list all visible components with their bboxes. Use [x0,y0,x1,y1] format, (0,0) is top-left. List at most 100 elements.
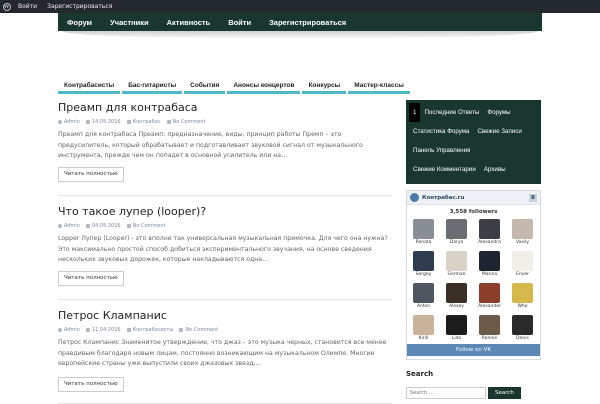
category-tab-concert-announcements[interactable]: Анонсы концертов [227,80,301,94]
vk-group-name[interactable]: Контрабас.ru [422,195,464,201]
category-tab-events[interactable]: События [184,80,226,94]
admin-login-link[interactable]: Войти [13,3,42,10]
member-name: Ronnie [481,336,498,341]
nav-forum[interactable]: Форум [58,18,101,27]
vk-member[interactable]: Renata [413,219,434,245]
vk-member[interactable]: Ronnie [479,315,500,341]
category-tab-masterclasses[interactable]: Мастер-классы [348,80,410,94]
post-title[interactable]: Что такое лупер (looper)? [58,204,392,218]
vk-member[interactable]: Who [512,283,533,309]
user-icon [58,120,62,124]
vk-member[interactable]: Darya [446,219,467,245]
post-title[interactable]: Преамп для контрабаса [58,100,392,114]
nav-register[interactable]: Зарегистрироваться [260,18,355,27]
vk-member[interactable]: Marina [479,251,500,277]
folder-icon [126,328,131,332]
admin-register-link[interactable]: Зарегистрироваться [42,3,117,10]
read-more-button[interactable]: Читать полностью [58,167,124,182]
member-avatar[interactable] [479,251,500,271]
post-list: Преамп для контрабаса Admin 14.05.2016 К… [58,100,392,404]
member-avatar[interactable] [479,219,500,239]
nav-activity[interactable]: Активность [158,18,220,27]
nav-members[interactable]: Участники [101,18,158,27]
vk-member[interactable]: German [446,251,467,277]
widget-tab-1[interactable]: 1 [409,103,421,122]
post-title[interactable]: Петрос Клампанис [58,308,392,322]
comment-icon [166,120,171,124]
post-comments[interactable]: No Comment [185,327,218,333]
member-avatar[interactable] [479,315,500,335]
vk-logo-icon[interactable]: В [529,193,537,202]
nav-login[interactable]: Войти [219,18,260,27]
calendar-icon [85,328,90,332]
wordpress-logo-icon[interactable]: W [0,0,13,13]
member-name: Who [517,304,528,309]
widget-tab-forums[interactable]: Форумы [483,103,514,122]
vk-community-widget: Контрабас.ru В 3,558 followers Renata Dar… [406,190,541,360]
post-meta: Admin 11.04.2016 Контрабасисты No Commen… [58,327,392,333]
post-comments[interactable]: No Comment [133,223,166,229]
vk-member[interactable]: Alexander [478,283,501,309]
category-tab-double-bassists[interactable]: Контрабасисты [58,80,121,94]
member-avatar[interactable] [512,219,533,239]
calendar-icon [85,224,90,228]
vk-member[interactable]: Lida [446,315,467,341]
widget-tab-forum-stats[interactable]: Статистика Форума [409,122,473,141]
search-input[interactable] [406,387,486,399]
post-date: 11.04.2016 [91,327,121,333]
post-author[interactable]: Admin [64,119,80,125]
widget-tab-recent-comments[interactable]: Свежие Комментарии [409,160,480,179]
vk-header: Контрабас.ru В [407,191,540,205]
member-avatar[interactable] [512,283,533,303]
member-avatar[interactable] [446,315,467,335]
member-avatar[interactable] [446,251,467,271]
post-author[interactable]: Admin [64,223,80,229]
admin-bar: W Войти Зарегистрироваться [0,0,600,13]
post-category[interactable]: Контрабасисты [133,327,174,333]
vk-member[interactable]: Alexandra [478,219,501,245]
vk-member[interactable]: Kirill [413,315,434,341]
widget-tab-archives[interactable]: Архивы [480,160,510,179]
calendar-icon [85,120,90,124]
sidebar: 1 Последние Ответы Форумы Статистика Фор… [406,100,541,399]
vk-member[interactable]: Anton [413,283,434,309]
member-avatar[interactable] [446,219,467,239]
member-avatar[interactable] [479,283,500,303]
member-avatar[interactable] [446,283,467,303]
nav-shadow [62,31,538,39]
user-icon [58,224,62,228]
tabbed-widget: 1 Последние Ответы Форумы Статистика Фор… [406,100,541,192]
widget-tab-dashboard[interactable]: Панель Управления [409,141,474,160]
member-name: Kirill [418,336,429,341]
member-name: Renata [415,240,432,245]
vk-member[interactable]: Alexey [446,283,467,309]
post-item: Преамп для контрабаса Admin 14.05.2016 К… [58,100,392,196]
vk-group-avatar[interactable] [410,193,419,202]
member-name: Anton [416,304,431,309]
vk-member[interactable]: Enver [512,251,533,277]
member-avatar[interactable] [413,251,434,271]
category-tab-contests[interactable]: Конкурсы [302,80,347,94]
member-avatar[interactable] [512,315,533,335]
vk-member[interactable]: Sergey [413,251,434,277]
member-avatar[interactable] [413,315,434,335]
post-comments[interactable]: No Comment [173,119,206,125]
post-category[interactable]: Контрабас [133,119,161,125]
member-avatar[interactable] [512,251,533,271]
search-button[interactable]: Search [488,387,521,399]
vk-member[interactable]: Denis [512,315,533,341]
post-author[interactable]: Admin [64,327,80,333]
read-more-button[interactable]: Читать полностью [58,377,124,392]
member-name: Denis [516,336,529,341]
category-tab-bass-guitarists[interactable]: Бас-гитаристы [122,80,183,94]
user-icon [58,328,62,332]
post-excerpt: Преамп для контрабаса Преамп: предназнач… [58,131,363,159]
vk-follow-button[interactable]: Follow on VK [407,344,540,356]
widget-tab-latest-replies[interactable]: Последние Ответы [420,103,483,122]
member-avatar[interactable] [413,219,434,239]
read-more-button[interactable]: Читать полностью [58,271,124,286]
widget-tab-recent-posts[interactable]: Свежие Записи [473,122,525,141]
member-avatar[interactable] [413,283,434,303]
vk-member[interactable]: Vasily [512,219,533,245]
member-name: Darya [449,240,464,245]
